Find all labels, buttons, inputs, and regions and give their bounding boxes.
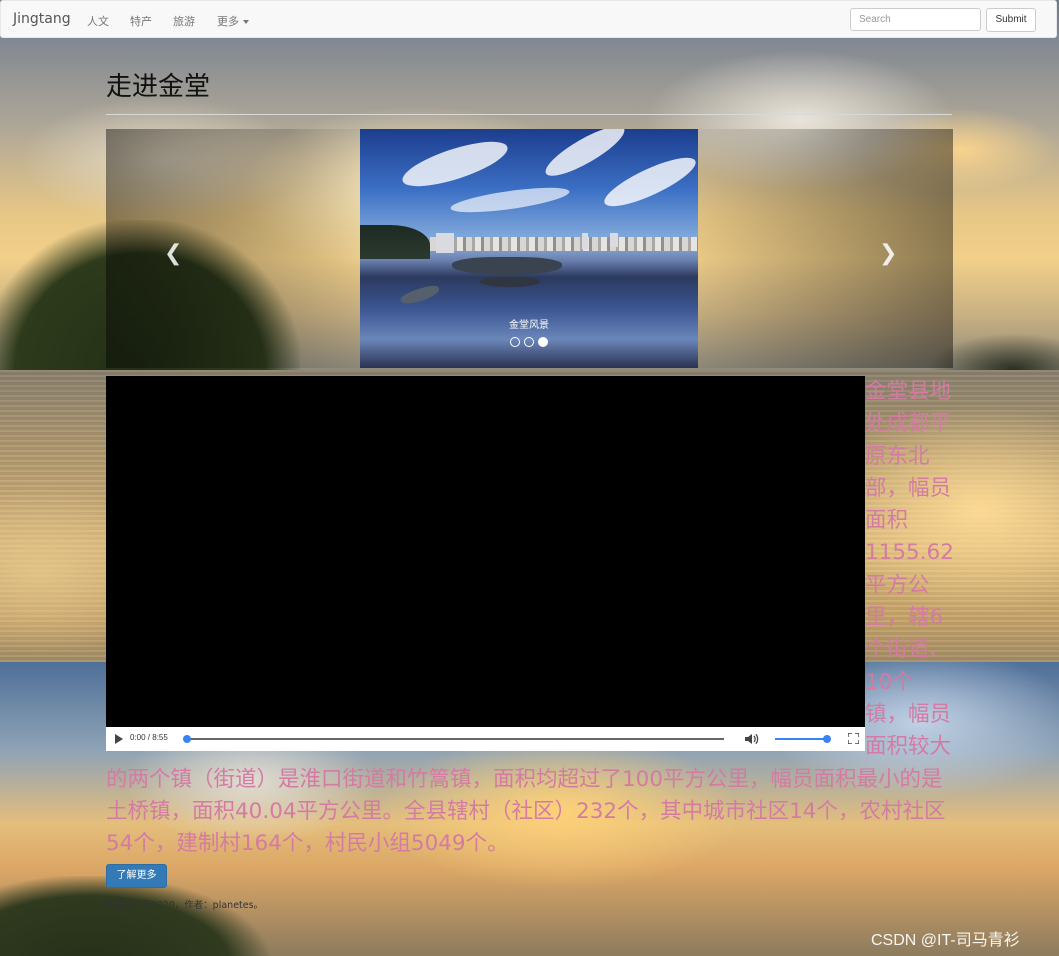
nav-item-lvyou[interactable]: 旅游: [173, 13, 195, 29]
caret-down-icon: [243, 20, 249, 24]
carousel-indicator-3[interactable]: [538, 337, 548, 347]
title-divider: [106, 114, 952, 115]
search-input[interactable]: Search: [850, 8, 981, 31]
description-text: 金堂县地处成都平原东北部，幅员面积1155.62平方公里，辖6个街道、10个镇，…: [106, 376, 956, 860]
learn-more-button[interactable]: 了解更多: [106, 864, 167, 888]
hill-silhouette: [0, 876, 270, 956]
carousel-caption: 金堂风景: [509, 320, 549, 331]
image-carousel: 金堂风景 ❮ ❯: [106, 129, 953, 368]
navbar: Jingtang 人文 特产 旅游 更多 Search Submit: [0, 0, 1057, 38]
footer-text: 页面制作于2020，作者：planetes。: [103, 900, 264, 911]
shoreline: [360, 225, 430, 259]
page-title: 走进金堂: [106, 72, 211, 102]
nav-dropdown-more[interactable]: 更多: [217, 13, 249, 29]
csdn-watermark: CSDN @IT-司马青衫: [871, 932, 1020, 949]
nav-item-renwen[interactable]: 人文: [87, 13, 109, 29]
carousel-indicators: [360, 332, 698, 351]
carousel-indicator-1[interactable]: [510, 337, 520, 347]
carousel-indicator-2[interactable]: [524, 337, 534, 347]
nav-item-techan[interactable]: 特产: [130, 13, 152, 29]
nav-dropdown-more-label: 更多: [217, 15, 239, 28]
city-skyline: [430, 237, 698, 251]
submit-button[interactable]: Submit: [986, 8, 1036, 32]
chevron-left-icon[interactable]: ❮: [164, 241, 182, 266]
navbar-brand[interactable]: Jingtang: [13, 11, 71, 27]
chevron-right-icon[interactable]: ❯: [879, 241, 897, 266]
carousel-slide-image: 金堂风景: [360, 129, 698, 368]
